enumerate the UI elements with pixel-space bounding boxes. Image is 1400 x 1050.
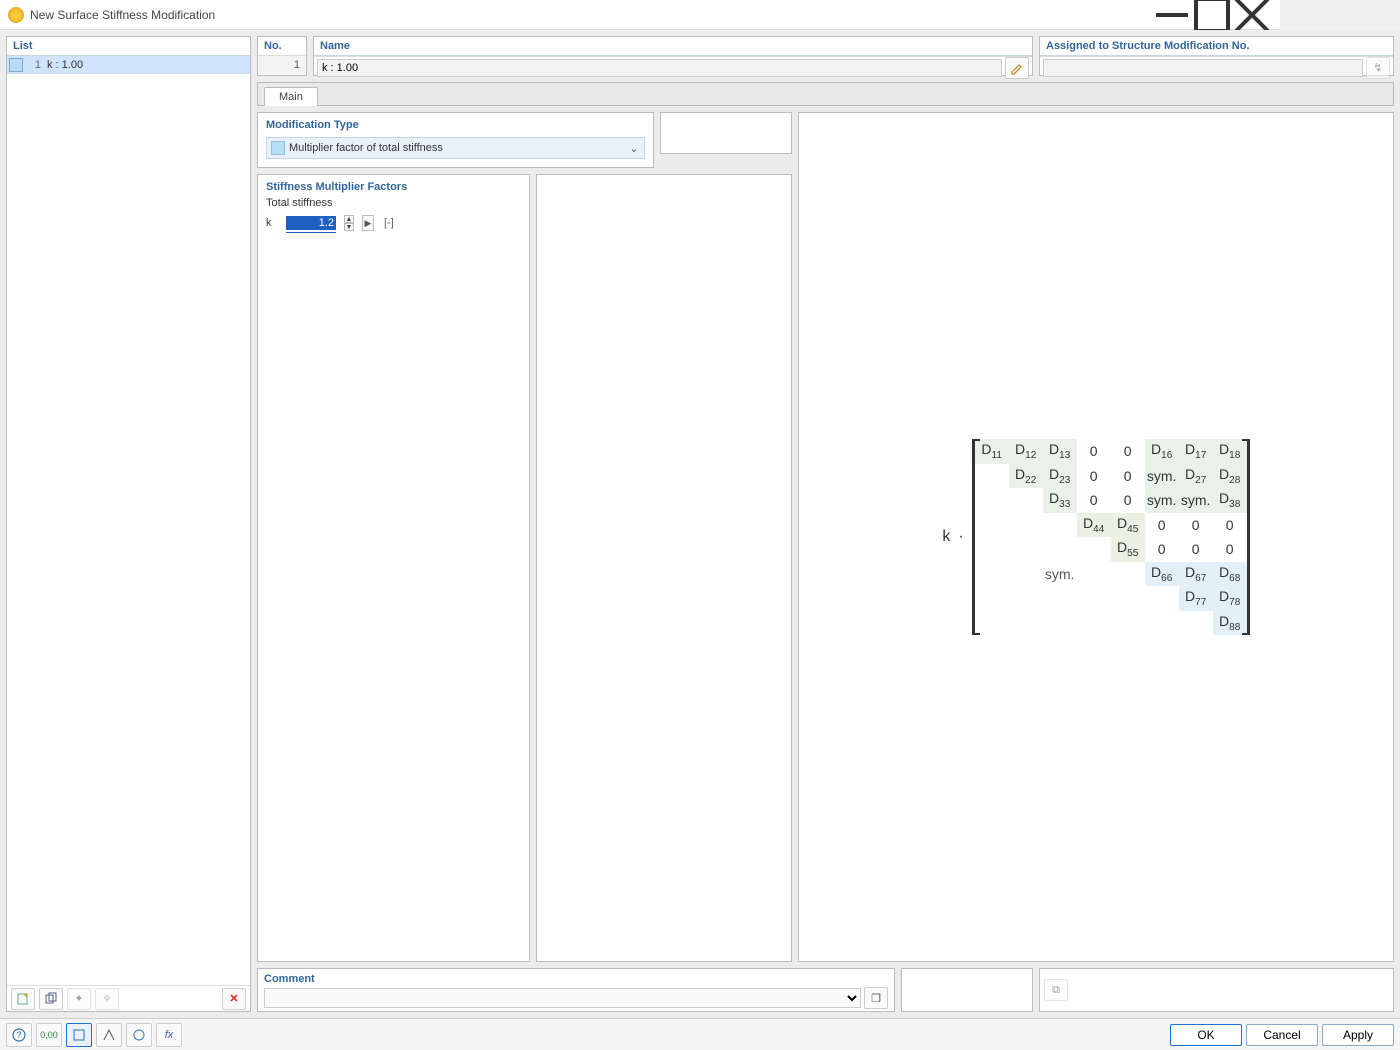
assign-pick-icon[interactable]: ↯ <box>1366 57 1390 79</box>
list-panel: List 1 k : 1.00 ✦ ✧ ✕ <box>6 36 251 1012</box>
tab-main[interactable]: Main <box>264 87 318 106</box>
k-label: k <box>266 217 280 229</box>
preview-box <box>660 112 792 154</box>
ok-button[interactable]: OK <box>1170 1024 1242 1046</box>
total-stiffness-label: Total stiffness <box>266 197 521 209</box>
new-icon[interactable] <box>11 988 35 1010</box>
mod-type-dropdown[interactable]: Multiplier factor of total stiffness ⌄ <box>266 137 645 159</box>
matrix-sym: sym. <box>975 562 1145 587</box>
dropdown-swatch <box>271 141 285 155</box>
list-item-label: k : 1.00 <box>47 59 250 71</box>
assign-tool-row: ⧉ <box>1039 968 1394 1012</box>
assign-box: Assigned to Structure Modification No. ↯ <box>1039 36 1394 76</box>
list-item-num: 1 <box>25 59 47 71</box>
toolbar-icon-a: ✦ <box>67 988 91 1010</box>
list-body[interactable]: 1 k : 1.00 <box>7 56 250 985</box>
right-area: No. 1 Name Assigned to Structure Modific… <box>257 36 1394 1012</box>
view-icon-4[interactable]: fx <box>156 1023 182 1047</box>
mod-type-label: Modification Type <box>266 119 645 131</box>
edit-name-icon[interactable] <box>1005 57 1029 79</box>
view-icon-3[interactable] <box>126 1023 152 1047</box>
apply-button[interactable]: Apply <box>1322 1024 1394 1046</box>
maximize-button[interactable] <box>1192 1 1232 29</box>
close-button[interactable] <box>1232 1 1272 29</box>
help-icon[interactable]: ? <box>6 1023 32 1047</box>
matrix-panel: k · D11D12D1300D16D17D18 D22D2300sym.D27… <box>798 112 1394 962</box>
name-label: Name <box>314 37 1032 56</box>
cancel-button[interactable]: Cancel <box>1246 1024 1318 1046</box>
svg-text:?: ? <box>16 1030 21 1040</box>
app-icon <box>8 7 24 23</box>
bottombar: ? 0,00 fx OK Cancel Apply <box>0 1018 1400 1050</box>
units-icon[interactable]: 0,00 <box>36 1023 62 1047</box>
matrix-dot: · <box>958 528 963 546</box>
factors-empty-right <box>536 174 793 962</box>
minimize-button[interactable] <box>1152 1 1192 29</box>
k-stepper-icon[interactable]: ▶ <box>362 215 374 231</box>
k-input-wrap <box>286 213 336 233</box>
list-item-swatch <box>9 58 23 72</box>
k-spin[interactable]: ▲▼ <box>344 215 354 231</box>
k-unit: [-] <box>384 217 394 229</box>
matrix-table: D11D12D1300D16D17D18 D22D2300sym.D27D28 … <box>975 439 1247 635</box>
assign-label: Assigned to Structure Modification No. <box>1040 37 1393 56</box>
assign-input[interactable] <box>1043 59 1363 77</box>
name-input[interactable] <box>317 59 1002 77</box>
factors-label: Stiffness Multiplier Factors <box>266 181 521 193</box>
k-input[interactable] <box>286 216 336 230</box>
comment-select[interactable] <box>264 988 861 1008</box>
toolbar-icon-b: ✧ <box>95 988 119 1010</box>
list-toolbar: ✦ ✧ ✕ <box>7 985 250 1011</box>
chevron-down-icon: ⌄ <box>624 142 644 155</box>
dropdown-text: Multiplier factor of total stiffness <box>289 142 624 154</box>
mid-row: Modification Type Multiplier factor of t… <box>257 112 1394 962</box>
comment-box: Comment ❐ <box>257 968 895 1012</box>
matrix-k: k <box>942 528 950 546</box>
comment-label: Comment <box>264 973 888 985</box>
comment-extra <box>901 968 1033 1012</box>
mid-left: Modification Type Multiplier factor of t… <box>257 112 792 962</box>
comment-library-icon[interactable]: ❐ <box>864 987 888 1009</box>
factors-box: Stiffness Multiplier Factors Total stiff… <box>257 174 530 962</box>
copy-icon[interactable] <box>39 988 63 1010</box>
name-box: Name <box>313 36 1033 76</box>
view-icon-1[interactable] <box>66 1023 92 1047</box>
mod-type-box: Modification Type Multiplier factor of t… <box>257 112 654 168</box>
window-title: New Surface Stiffness Modification <box>30 8 1152 22</box>
no-box: No. 1 <box>257 36 307 76</box>
assign-extra-icon[interactable]: ⧉ <box>1044 979 1068 1001</box>
titlebar: New Surface Stiffness Modification <box>0 0 1280 30</box>
list-header: List <box>7 37 250 56</box>
view-icon-2[interactable] <box>96 1023 122 1047</box>
comment-row: Comment ❐ ⧉ <box>257 968 1394 1012</box>
list-item[interactable]: 1 k : 1.00 <box>7 56 250 74</box>
content-area: List 1 k : 1.00 ✦ ✧ ✕ No. 1 Name <box>0 30 1400 1018</box>
no-label: No. <box>258 37 306 55</box>
delete-icon[interactable]: ✕ <box>222 988 246 1010</box>
tabs-row: Main <box>257 82 1394 106</box>
no-value: 1 <box>258 55 306 74</box>
top-row: No. 1 Name Assigned to Structure Modific… <box>257 36 1394 76</box>
k-row: k ▲▼ ▶ [-] <box>266 213 521 233</box>
